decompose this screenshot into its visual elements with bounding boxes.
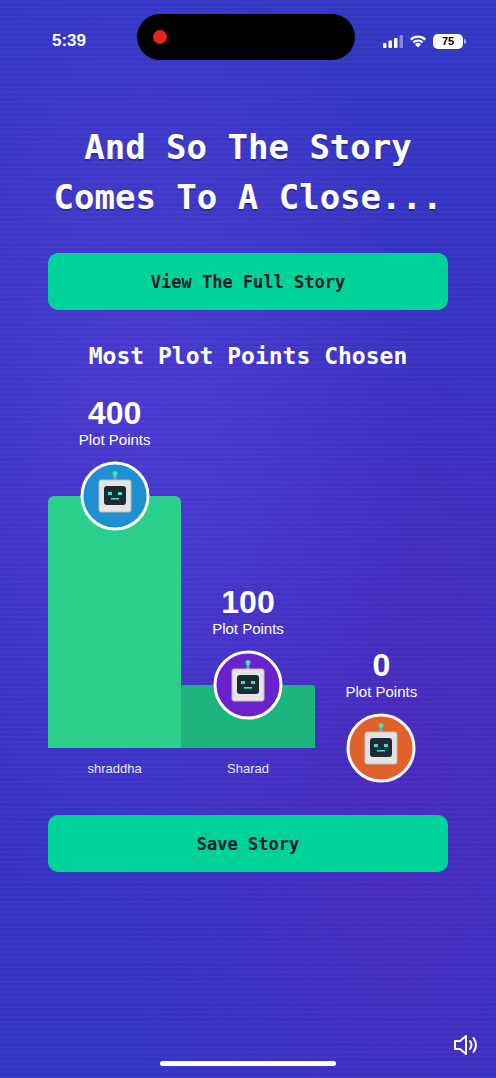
player-stack: 0Plot Points xyxy=(315,390,448,748)
player-stack: 100Plot Points xyxy=(181,390,314,748)
leaderboard-chart: 400Plot Pointsshraddha100Plot PointsShar… xyxy=(48,390,448,776)
speaker-icon[interactable] xyxy=(452,1032,482,1058)
points-value: 100 xyxy=(221,584,274,620)
battery-level: 75 xyxy=(433,34,463,49)
signal-icon xyxy=(383,35,403,48)
points-unit: Plot Points xyxy=(345,683,417,701)
points-bar xyxy=(48,496,181,748)
page-title: And So The Story Comes To A Close... xyxy=(23,122,473,222)
player-column: 400Plot Pointsshraddha xyxy=(48,390,181,776)
dynamic-island xyxy=(137,14,355,60)
battery-tip xyxy=(464,39,466,44)
save-story-button[interactable]: Save Story xyxy=(48,815,448,872)
points-value: 0 xyxy=(372,647,390,683)
robot-avatar-icon xyxy=(213,650,283,720)
player-name: Sharad xyxy=(181,748,314,776)
home-indicator[interactable] xyxy=(160,1061,336,1066)
robot-avatar-icon xyxy=(346,713,416,783)
player-name: shraddha xyxy=(48,748,181,776)
view-story-button[interactable]: View The Full Story xyxy=(48,253,448,310)
recording-dot xyxy=(153,30,167,44)
points-unit: Plot Points xyxy=(79,431,151,449)
battery-icon: 75 xyxy=(433,34,466,49)
player-stack: 400Plot Points xyxy=(48,390,181,748)
robot-avatar-icon xyxy=(80,461,150,531)
player-column: 100Plot PointsSharad xyxy=(181,390,314,776)
points-value: 400 xyxy=(88,395,141,431)
wifi-icon xyxy=(409,35,427,48)
player-column: 0Plot Points xyxy=(315,390,448,776)
status-icons: 75 xyxy=(383,34,466,49)
points-unit: Plot Points xyxy=(212,620,284,638)
clock: 5:39 xyxy=(52,31,86,51)
chart-title: Most Plot Points Chosen xyxy=(89,340,408,372)
